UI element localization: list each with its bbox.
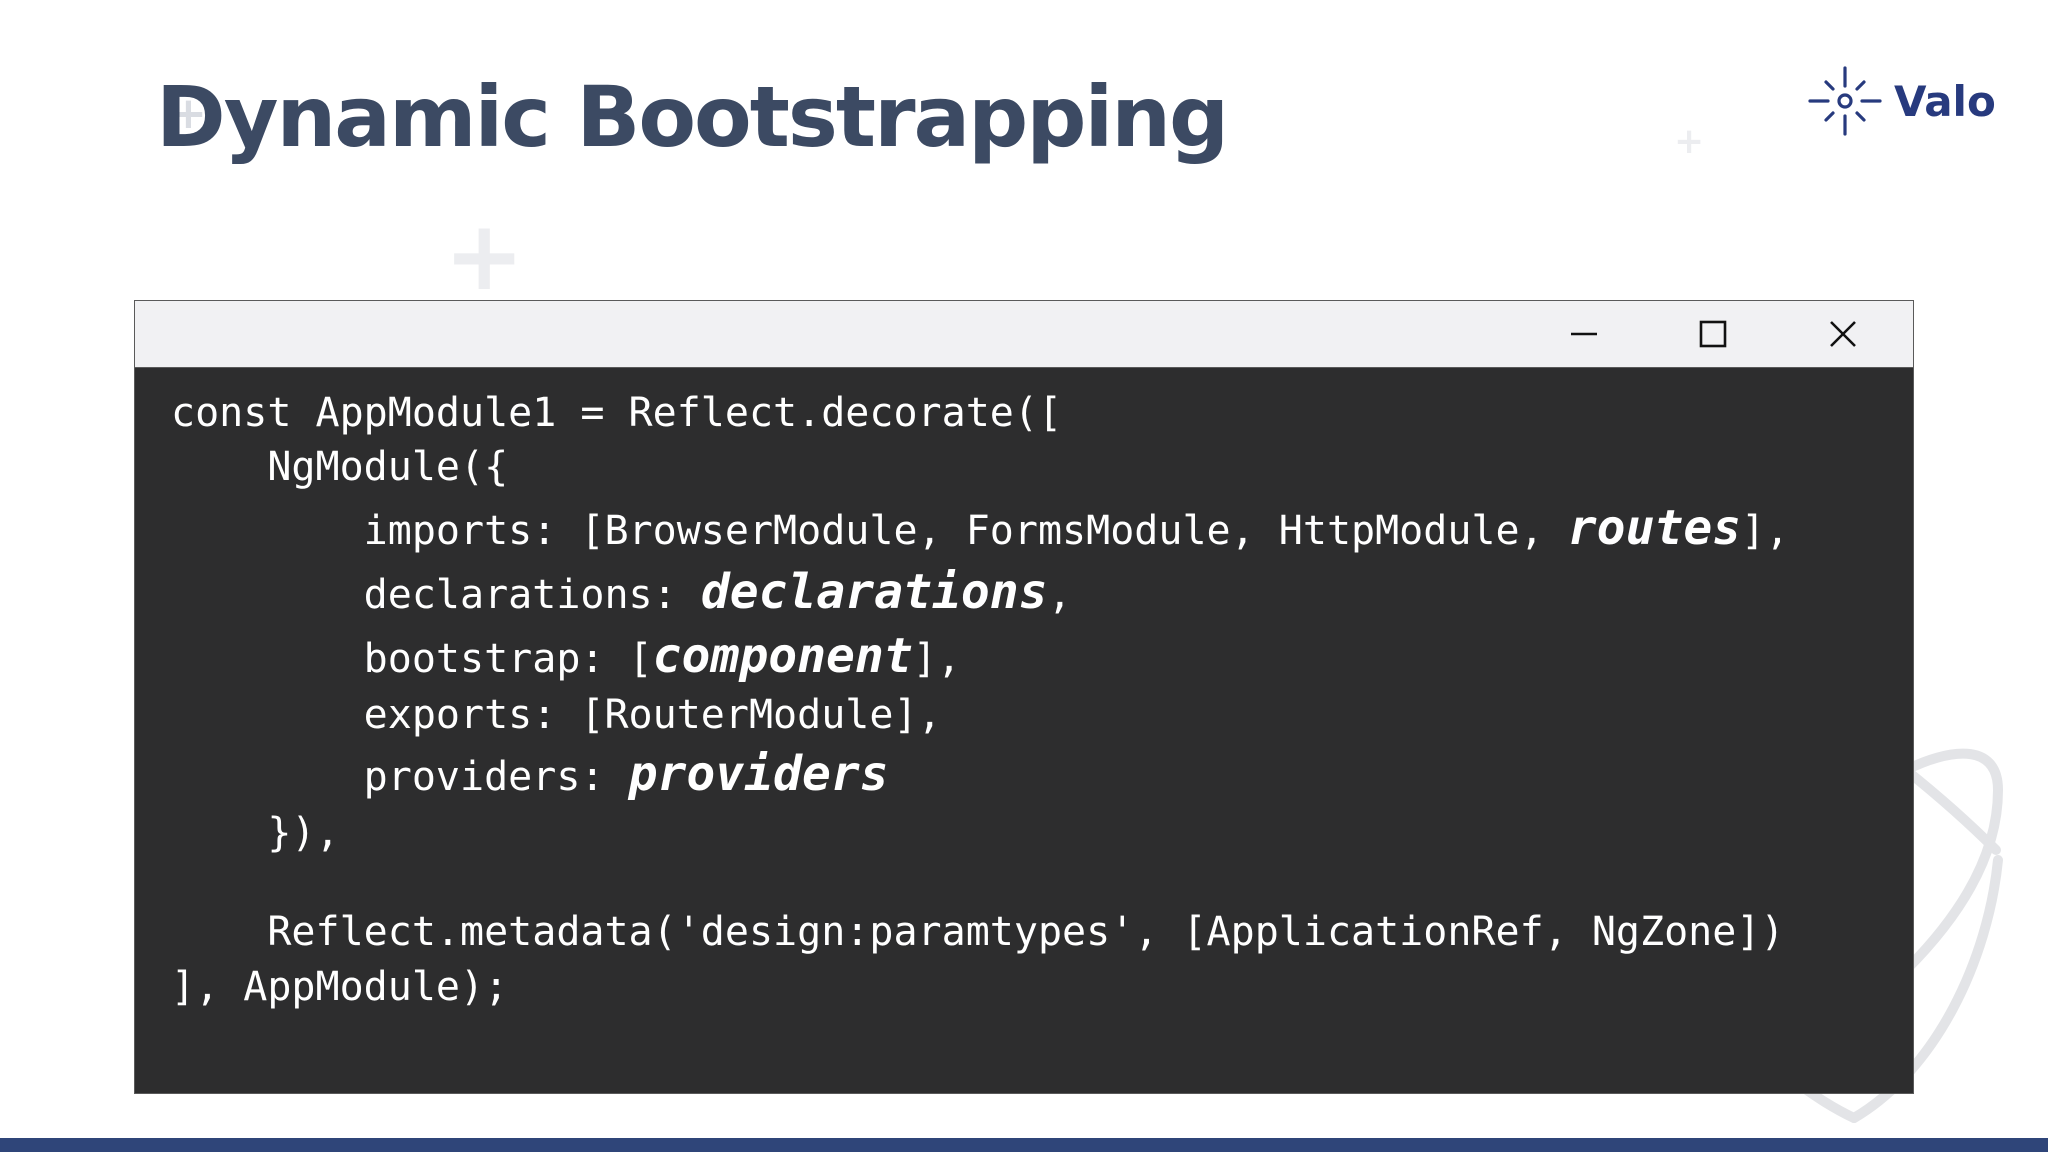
code-line: providers: providers: [171, 746, 889, 805]
decorative-plus: +: [1674, 121, 1705, 162]
close-icon: [1830, 321, 1856, 347]
code-text: ,: [1047, 572, 1072, 618]
code-line: const AppModule1 = Reflect.decorate([: [171, 390, 1063, 436]
code-highlight-component: component: [652, 628, 913, 684]
code-line: ], AppModule);: [171, 964, 509, 1010]
code-line: declarations: declarations,: [171, 564, 1072, 623]
code-text: bootstrap: [: [171, 636, 653, 682]
valo-star-icon: [1808, 66, 1882, 136]
code-window: const AppModule1 = Reflect.decorate([ Ng…: [134, 300, 1914, 1094]
slide-title: Dynamic Bootstrapping: [156, 68, 1229, 166]
code-line: imports: [BrowserModule, FormsModule, Ht…: [171, 500, 1790, 559]
window-titlebar: [135, 301, 1913, 368]
code-text: providers:: [171, 754, 629, 800]
code-line: NgModule({: [171, 444, 509, 490]
code-text: ],: [1741, 508, 1790, 554]
bottom-accent-bar: [0, 1138, 2048, 1152]
code-line: }),: [171, 810, 340, 856]
decorative-plus: +: [444, 200, 525, 312]
code-highlight-providers: providers: [628, 746, 889, 802]
code-line: Reflect.metadata('design:paramtypes', [A…: [171, 909, 1785, 955]
minimize-button[interactable]: [1544, 301, 1624, 367]
code-line: bootstrap: [component],: [171, 628, 961, 687]
maximize-button[interactable]: [1673, 301, 1753, 367]
code-line: exports: [RouterModule],: [171, 692, 942, 738]
maximize-icon: [1699, 320, 1727, 348]
logo-text: Valo: [1894, 76, 1996, 126]
code-text: imports: [BrowserModule, FormsModule, Ht…: [171, 508, 1568, 554]
code-highlight-declarations: declarations: [700, 564, 1048, 620]
valo-logo: Valo: [1806, 62, 1996, 140]
minimize-icon: [1571, 332, 1597, 336]
code-text: declarations:: [171, 572, 701, 618]
code-highlight-routes: routes: [1567, 500, 1742, 556]
close-button[interactable]: [1803, 301, 1883, 367]
code-text: ],: [912, 636, 961, 682]
